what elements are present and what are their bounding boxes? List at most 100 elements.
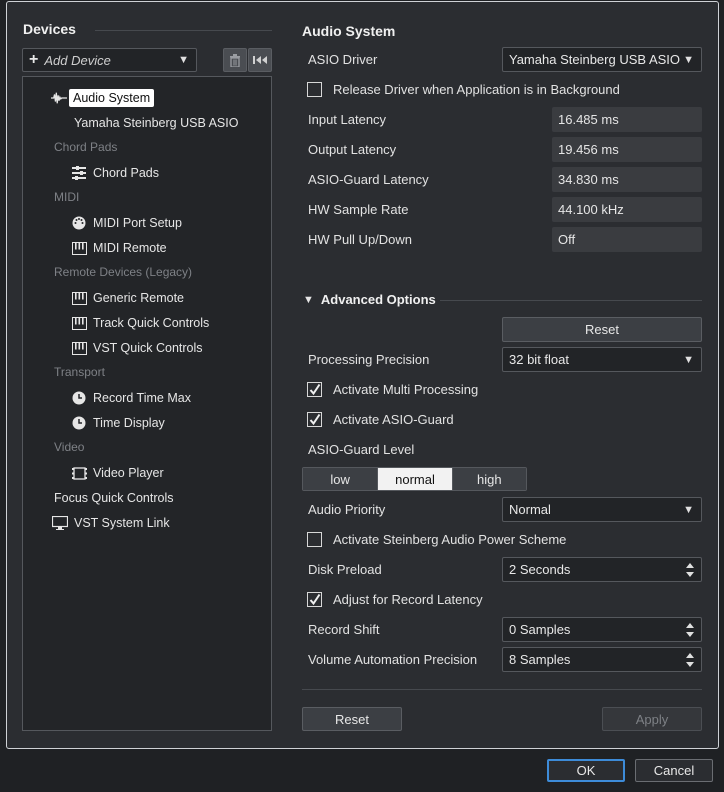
multi-processing-label: Activate Multi Processing: [333, 382, 479, 397]
advanced-reset-button[interactable]: Reset: [502, 317, 702, 342]
tree-item-vst-system-link[interactable]: VST System Link: [52, 513, 170, 533]
tree-item-chord-pads[interactable]: Chord Pads: [71, 163, 159, 183]
chevron-down-icon: ▼: [683, 503, 694, 516]
audio-priority-label: Audio Priority: [308, 502, 386, 517]
tree-label-track-quick-controls: Track Quick Controls: [93, 316, 210, 330]
checkmark-icon: [309, 383, 321, 396]
tree-item-time-display[interactable]: Time Display: [71, 413, 165, 433]
cancel-button[interactable]: Cancel: [635, 759, 713, 782]
release-driver-label: Release Driver when Application is in Ba…: [333, 82, 620, 97]
disk-preload-value: 2 Seconds: [509, 562, 571, 577]
input-latency-label: Input Latency: [308, 112, 387, 127]
hw-pull-value: Off: [552, 227, 702, 252]
multi-processing-checkbox[interactable]: [307, 382, 322, 397]
tree-label-midi-port-setup: MIDI Port Setup: [93, 216, 182, 230]
audio-priority-dropdown[interactable]: Normal ▼: [502, 497, 702, 522]
adjust-record-latency-label: Adjust for Record Latency: [333, 592, 483, 607]
tree-label-midi-remote: MIDI Remote: [93, 241, 167, 255]
asio-guard-level-label: ASIO-Guard Level: [308, 442, 415, 457]
tree-item-record-time-max[interactable]: Record Time Max: [71, 388, 191, 408]
device-tree[interactable]: Audio System Yamaha Steinberg USB ASIO C…: [22, 76, 272, 731]
hw-sample-rate-label: HW Sample Rate: [308, 202, 409, 217]
tree-label-yamaha-driver: Yamaha Steinberg USB ASIO: [74, 116, 239, 130]
tree-label-vst-quick-controls: VST Quick Controls: [93, 341, 203, 355]
ok-button[interactable]: OK: [547, 759, 625, 782]
tree-item-yamaha-driver[interactable]: Yamaha Steinberg USB ASIO: [74, 113, 238, 133]
power-scheme-checkbox[interactable]: [307, 532, 322, 547]
apply-button[interactable]: Apply: [602, 707, 702, 731]
level-high-option[interactable]: high: [451, 468, 526, 490]
keyboard-icon: [71, 290, 87, 306]
asio-driver-dropdown[interactable]: Yamaha Steinberg USB ASIO ▼: [502, 47, 702, 72]
spinner-arrows-icon: [686, 562, 694, 577]
add-device-dropdown[interactable]: + Add Device ▼: [22, 48, 197, 72]
monitor-icon: [52, 515, 68, 531]
chevron-down-icon: ▼: [178, 54, 189, 66]
tree-item-midi-remote[interactable]: MIDI Remote: [71, 238, 167, 258]
chevron-down-icon: ▼: [683, 53, 694, 66]
hw-sample-rate-value: 44.100 kHz: [552, 197, 702, 222]
delete-device-button[interactable]: [223, 48, 247, 72]
asio-driver-value: Yamaha Steinberg USB ASIO: [509, 52, 681, 67]
audio-priority-value: Normal: [509, 502, 551, 517]
tree-label-time-display: Time Display: [93, 416, 165, 430]
adjust-record-latency-checkbox[interactable]: [307, 592, 322, 607]
input-latency-value: 16.485 ms: [552, 107, 702, 132]
hw-pull-label: HW Pull Up/Down: [308, 232, 413, 247]
tree-category-chord-pads: Chord Pads: [54, 140, 118, 154]
tree-category-video: Video: [54, 440, 85, 454]
output-latency-label: Output Latency: [308, 142, 397, 157]
disk-preload-stepper[interactable]: 2 Seconds: [502, 557, 702, 582]
tree-item-audio-system[interactable]: Audio System: [51, 88, 155, 108]
devices-header: Devices: [23, 21, 76, 37]
tree-item-focus-quick-controls[interactable]: Focus Quick Controls: [54, 488, 173, 508]
reset-device-button[interactable]: [248, 48, 272, 72]
tree-category-transport: Transport: [54, 365, 105, 379]
audio-system-title: Audio System: [302, 23, 396, 39]
checkmark-icon: [309, 413, 321, 426]
record-shift-value: 0 Samples: [509, 622, 571, 637]
asio-guard-level-selector[interactable]: low normal high: [302, 467, 527, 491]
checkmark-icon: [309, 593, 321, 606]
tree-item-video-player[interactable]: Video Player: [71, 463, 164, 483]
keyboard-icon: [71, 340, 87, 356]
triangle-down-icon: ▼: [303, 293, 314, 306]
asio-guard-checkbox[interactable]: [307, 412, 322, 427]
devices-divider: [95, 30, 272, 31]
processing-precision-dropdown[interactable]: 32 bit float ▼: [502, 347, 702, 372]
midi-port-icon: [71, 215, 87, 231]
clock-icon: [71, 390, 87, 406]
advanced-options-title: Advanced Options: [320, 292, 436, 307]
level-low-option[interactable]: low: [303, 468, 378, 490]
disk-preload-label: Disk Preload: [308, 562, 382, 577]
trash-icon: [230, 53, 240, 67]
tree-label-audio-system: Audio System: [69, 89, 155, 107]
volume-automation-label: Volume Automation Precision: [308, 652, 478, 667]
bottom-divider: [302, 689, 702, 690]
release-driver-checkbox[interactable]: [307, 82, 322, 97]
clock-icon: [71, 415, 87, 431]
studio-setup-dialog: Devices + Add Device ▼ Audio System Yama…: [6, 1, 719, 749]
keyboard-icon: [71, 315, 87, 331]
volume-automation-value: 8 Samples: [509, 652, 571, 667]
advanced-options-toggle[interactable]: ▼ Advanced Options: [303, 292, 436, 307]
tree-item-track-quick-controls[interactable]: Track Quick Controls: [71, 313, 209, 333]
tree-item-vst-quick-controls[interactable]: VST Quick Controls: [71, 338, 203, 358]
level-normal-option[interactable]: normal: [377, 468, 452, 490]
film-icon: [71, 465, 87, 481]
record-shift-stepper[interactable]: 0 Samples: [502, 617, 702, 642]
spinner-arrows-icon: [686, 622, 694, 637]
asio-guard-label: Activate ASIO-Guard: [333, 412, 454, 427]
tree-item-midi-port-setup[interactable]: MIDI Port Setup: [71, 213, 182, 233]
tree-label-vst-system-link: VST System Link: [74, 516, 170, 530]
chevron-down-icon: ▼: [683, 353, 694, 366]
add-device-label: Add Device: [44, 52, 111, 68]
output-latency-value: 19.456 ms: [552, 137, 702, 162]
chord-pads-icon: [71, 165, 87, 181]
tree-item-generic-remote[interactable]: Generic Remote: [71, 288, 184, 308]
tree-label-record-time-max: Record Time Max: [93, 391, 191, 405]
reset-button[interactable]: Reset: [302, 707, 402, 731]
asio-guard-latency-value: 34.830 ms: [552, 167, 702, 192]
volume-automation-stepper[interactable]: 8 Samples: [502, 647, 702, 672]
record-shift-label: Record Shift: [308, 622, 380, 637]
